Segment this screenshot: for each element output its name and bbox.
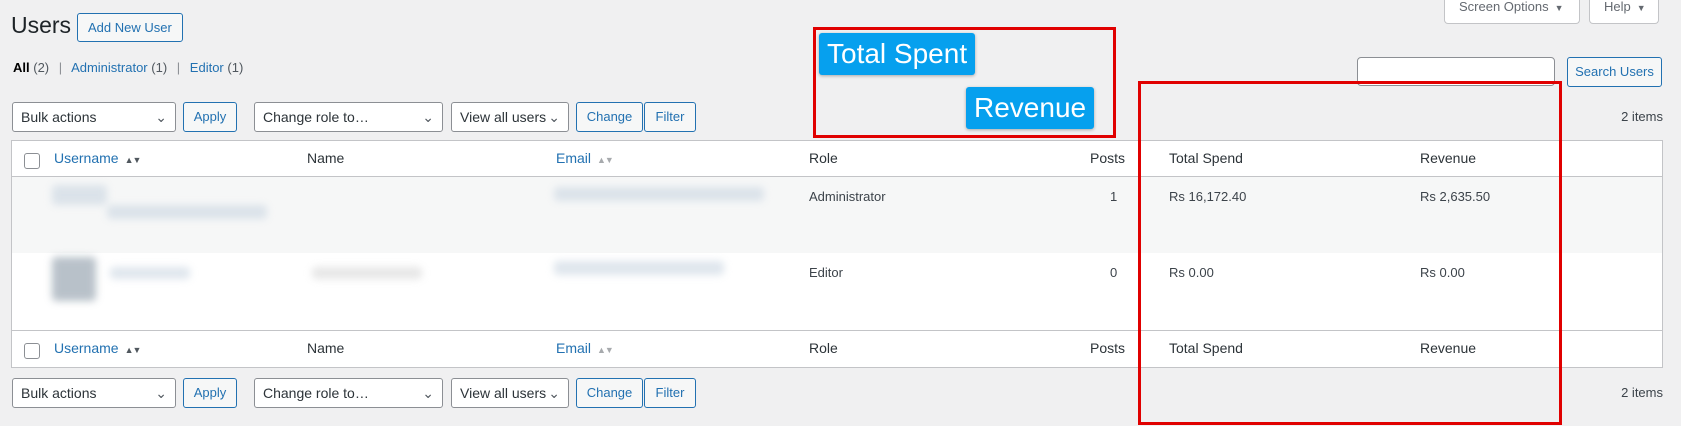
separator: | xyxy=(176,60,181,75)
column-role: Role xyxy=(809,150,838,166)
caret-down-icon: ▼ xyxy=(1554,3,1564,13)
sort-icon: ▲▼ xyxy=(124,345,142,355)
change-role-select[interactable]: Change role to… ⌄ xyxy=(254,102,443,132)
filter-all-link[interactable]: All xyxy=(13,60,30,75)
caret-down-icon: ▼ xyxy=(1636,3,1646,13)
view-all-users-value: View all users xyxy=(460,385,547,401)
filter-button[interactable]: Filter xyxy=(644,102,696,132)
items-count: 2 items xyxy=(1621,109,1663,124)
apply-button[interactable]: Apply xyxy=(183,378,237,408)
avatar xyxy=(52,257,96,301)
column-role: Role xyxy=(809,340,838,356)
separator: | xyxy=(58,60,63,75)
chevron-down-icon: ⌄ xyxy=(548,385,560,401)
user-posts-link[interactable]: 1 xyxy=(1110,189,1117,204)
column-email-label: Email xyxy=(556,340,592,356)
chevron-down-icon: ⌄ xyxy=(422,385,434,401)
search-users-button[interactable]: Search Users xyxy=(1567,57,1662,87)
filter-administrator-link[interactable]: Administrator xyxy=(71,60,148,75)
column-email-label: Email xyxy=(556,150,592,166)
help-label: Help xyxy=(1604,0,1631,14)
sort-icon: ▲▼ xyxy=(597,155,614,165)
chevron-down-icon: ⌄ xyxy=(155,385,167,401)
column-username[interactable]: Username ▲▼ xyxy=(54,150,142,166)
filter-administrator-count: (1) xyxy=(151,60,168,75)
avatar xyxy=(52,185,107,205)
column-name: Name xyxy=(307,340,345,356)
change-role-value: Change role to… xyxy=(263,385,369,401)
bulk-actions-value: Bulk actions xyxy=(21,385,97,401)
chevron-down-icon: ⌄ xyxy=(422,109,434,125)
chevron-down-icon: ⌄ xyxy=(548,109,560,125)
change-role-button[interactable]: Change xyxy=(576,378,643,408)
change-role-value: Change role to… xyxy=(263,109,369,125)
column-posts: Posts xyxy=(1090,340,1126,356)
column-username-label: Username xyxy=(54,340,119,356)
select-all-checkbox[interactable] xyxy=(24,343,40,359)
column-username[interactable]: Username ▲▼ xyxy=(54,340,142,356)
column-name: Name xyxy=(307,150,345,166)
username-link[interactable] xyxy=(107,205,267,219)
select-all-checkbox[interactable] xyxy=(24,153,40,169)
view-all-users-select[interactable]: View all users ⌄ xyxy=(451,102,569,132)
annotation-box xyxy=(1138,81,1562,425)
user-posts: 0 xyxy=(1110,265,1118,280)
filter-all-count: (2) xyxy=(33,60,50,75)
user-role: Administrator xyxy=(809,189,886,204)
column-username-label: Username xyxy=(54,150,119,166)
email-link[interactable] xyxy=(554,261,724,275)
annotation-label: Revenue xyxy=(966,87,1095,129)
sort-icon: ▲▼ xyxy=(597,345,614,355)
change-role-select[interactable]: Change role to… ⌄ xyxy=(254,378,443,408)
column-email[interactable]: Email ▲▼ xyxy=(556,340,614,356)
add-new-user-button[interactable]: Add New User xyxy=(77,13,183,42)
screen-options-tab[interactable]: Screen Options ▼ xyxy=(1444,0,1580,24)
username-link[interactable] xyxy=(110,267,190,279)
change-role-button[interactable]: Change xyxy=(576,102,643,132)
column-posts: Posts xyxy=(1090,150,1126,166)
sort-icon: ▲▼ xyxy=(124,155,142,165)
filter-button[interactable]: Filter xyxy=(644,378,696,408)
page-title: Users xyxy=(11,12,72,38)
filter-editor-count: (1) xyxy=(227,60,244,75)
email-link[interactable] xyxy=(554,187,764,201)
bulk-actions-select[interactable]: Bulk actions ⌄ xyxy=(12,102,176,132)
chevron-down-icon: ⌄ xyxy=(155,109,167,125)
filter-editor-link[interactable]: Editor xyxy=(190,60,224,75)
role-filter-links: All (2) | Administrator (1) | Editor (1) xyxy=(13,60,243,75)
annotation-label: Total Spent xyxy=(819,33,976,75)
user-role: Editor xyxy=(809,265,843,280)
apply-button[interactable]: Apply xyxy=(183,102,237,132)
view-all-users-select[interactable]: View all users ⌄ xyxy=(451,378,569,408)
display-name xyxy=(312,267,422,279)
bulk-actions-select[interactable]: Bulk actions ⌄ xyxy=(12,378,176,408)
screen-options-label: Screen Options xyxy=(1459,0,1549,14)
help-tab[interactable]: Help ▼ xyxy=(1589,0,1659,24)
bulk-actions-value: Bulk actions xyxy=(21,109,97,125)
view-all-users-value: View all users xyxy=(460,109,547,125)
column-email[interactable]: Email ▲▼ xyxy=(556,150,614,166)
items-count: 2 items xyxy=(1621,385,1663,400)
